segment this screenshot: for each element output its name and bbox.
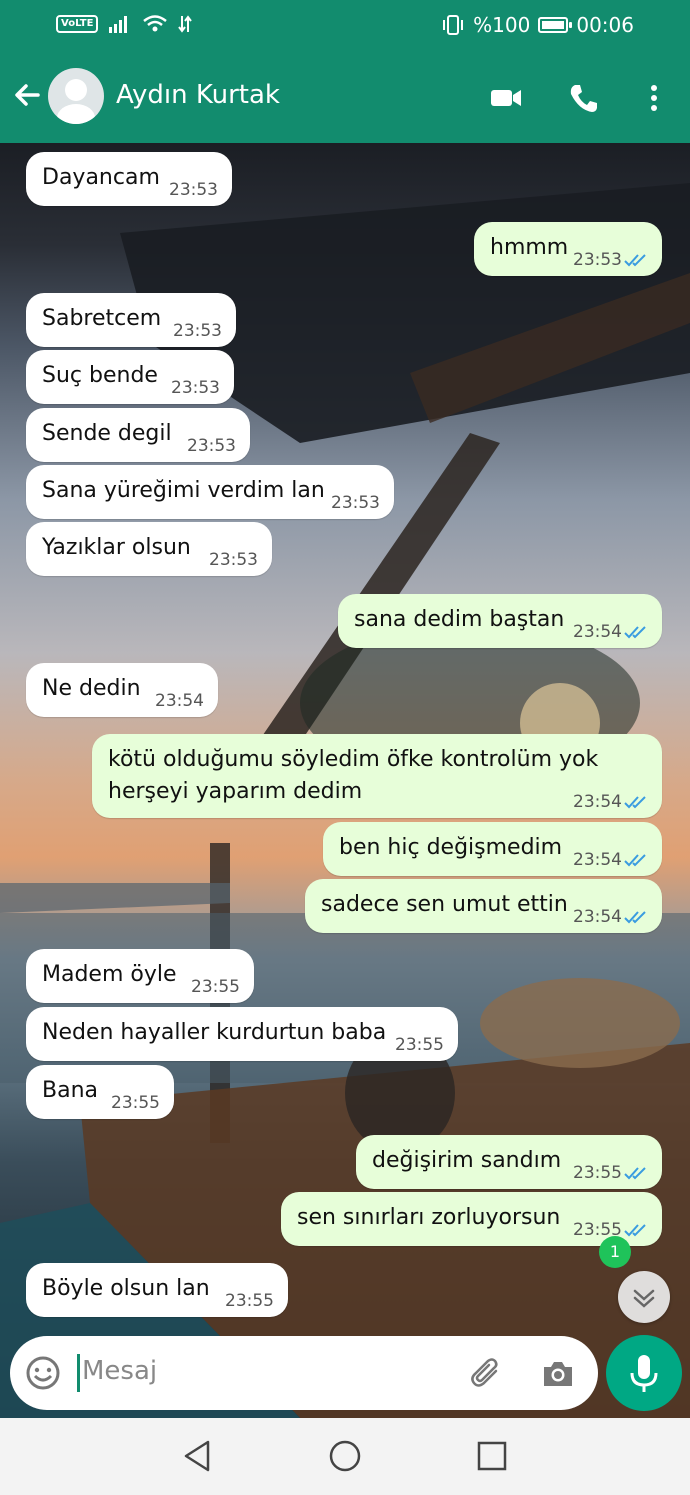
message-text: Yazıklar olsun	[42, 535, 191, 560]
status-bar: VoLTE %100 00:06	[0, 0, 690, 52]
message-text: sana dedim baştan	[354, 607, 565, 632]
outgoing-message[interactable]: sana dedim baştan 23:54	[338, 594, 662, 648]
outgoing-message[interactable]: hmmm 23:53	[474, 222, 662, 276]
mic-button[interactable]	[606, 1335, 682, 1411]
message-text: değişirim sandım	[372, 1148, 562, 1173]
nav-back-icon[interactable]	[180, 1438, 216, 1474]
message-time: 23:54	[155, 691, 204, 711]
video-call-icon[interactable]	[488, 80, 524, 116]
incoming-message[interactable]: Böyle olsun lan 23:55	[26, 1263, 288, 1317]
message-text: Neden hayaller kurdurtun baba	[42, 1020, 387, 1045]
message-time: 23:54	[573, 792, 622, 812]
mic-icon	[630, 1355, 658, 1392]
vibrate-icon	[443, 15, 464, 35]
message-time: 23:53	[173, 321, 222, 341]
incoming-message[interactable]: Dayancam 23:53	[26, 152, 232, 206]
message-text: kötü olduğumu söyledim öfke kontrolüm yo…	[108, 747, 599, 772]
message-text: sadece sen umut ettin	[321, 892, 568, 917]
read-ticks-icon	[624, 1224, 646, 1237]
incoming-message[interactable]: Sana yüreğimi verdim lan 23:53	[26, 465, 394, 519]
message-text: Sabretcem	[42, 306, 162, 331]
message-time: 23:54	[573, 907, 622, 927]
status-right: %100 00:06	[441, 13, 634, 37]
read-ticks-icon	[624, 626, 646, 639]
message-time: 23:55	[573, 1163, 622, 1183]
chat-header: Aydın Kurtak	[0, 52, 690, 143]
outgoing-message[interactable]: kötü olduğumu söyledim öfke kontrolüm yo…	[92, 734, 662, 818]
read-ticks-icon	[624, 854, 646, 867]
message-text: Suç bende	[42, 363, 158, 388]
message-text: Sende degil	[42, 421, 172, 446]
status-left: VoLTE	[56, 14, 193, 34]
message-input-bar[interactable]: Mesaj	[10, 1336, 598, 1410]
outgoing-message[interactable]: ben hiç değişmedim 23:54	[323, 822, 662, 876]
read-ticks-icon	[624, 254, 646, 267]
message-time: 23:55	[191, 977, 240, 997]
message-text: Ne dedin	[42, 676, 141, 701]
back-arrow-icon[interactable]	[10, 78, 44, 112]
text-caret	[77, 1354, 80, 1392]
message-time: 23:53	[209, 550, 258, 570]
avatar-icon[interactable]	[48, 68, 104, 124]
clock: 00:06	[576, 13, 634, 37]
message-text: hmmm	[490, 235, 569, 260]
message-text-line2: herşeyi yaparım dedim	[108, 779, 363, 804]
message-time: 23:53	[187, 436, 236, 456]
battery-icon	[538, 17, 573, 33]
message-text: Böyle olsun lan	[42, 1276, 210, 1301]
message-time: 23:53	[573, 250, 622, 270]
nav-home-icon[interactable]	[327, 1438, 363, 1474]
message-input[interactable]: Mesaj	[82, 1356, 157, 1386]
message-time: 23:54	[573, 622, 622, 642]
incoming-message[interactable]: Sende degil 23:53	[26, 408, 250, 462]
signal-icon	[109, 16, 128, 33]
more-icon[interactable]	[636, 80, 672, 116]
battery-percent: %100	[473, 13, 531, 37]
read-ticks-icon	[624, 796, 646, 809]
incoming-message[interactable]: Madem öyle 23:55	[26, 949, 254, 1003]
message-time: 23:55	[111, 1093, 160, 1113]
incoming-message[interactable]: Sabretcem 23:53	[26, 293, 236, 347]
message-time: 23:55	[225, 1291, 274, 1311]
nav-recents-icon[interactable]	[474, 1438, 510, 1474]
data-transfer-icon	[178, 15, 193, 33]
message-text: Madem öyle	[42, 962, 177, 987]
camera-icon[interactable]	[540, 1356, 576, 1392]
incoming-message[interactable]: Ne dedin 23:54	[26, 663, 218, 717]
system-nav-bar	[0, 1418, 690, 1495]
phone-icon[interactable]	[566, 80, 602, 116]
incoming-message[interactable]: Yazıklar olsun 23:53	[26, 522, 272, 576]
contact-name[interactable]: Aydın Kurtak	[116, 80, 280, 110]
read-ticks-icon	[624, 1167, 646, 1180]
wifi-icon	[143, 15, 168, 32]
message-time: 23:53	[331, 493, 380, 513]
message-text: Dayancam	[42, 165, 160, 190]
chevron-down-icon	[633, 1289, 655, 1308]
message-text: ben hiç değişmedim	[339, 835, 563, 860]
message-time: 23:53	[171, 378, 220, 398]
emoji-icon[interactable]	[24, 1354, 62, 1392]
battery-fill	[542, 21, 565, 29]
outgoing-message[interactable]: sadece sen umut ettin 23:54	[305, 879, 662, 933]
incoming-message[interactable]: Bana 23:55	[26, 1065, 174, 1119]
attach-icon[interactable]	[468, 1356, 504, 1392]
message-text: Bana	[42, 1078, 98, 1103]
read-ticks-icon	[624, 911, 646, 924]
scroll-down-button[interactable]	[618, 1271, 670, 1323]
message-text: Sana yüreğimi verdim lan	[42, 478, 325, 503]
outgoing-message[interactable]: değişirim sandım 23:55	[356, 1135, 662, 1189]
incoming-message[interactable]: Suç bende 23:53	[26, 350, 234, 404]
message-time: 23:54	[573, 850, 622, 870]
incoming-message[interactable]: Neden hayaller kurdurtun baba 23:55	[26, 1007, 458, 1061]
message-text: sen sınırları zorluyorsun	[297, 1205, 561, 1230]
message-time: 23:55	[395, 1035, 444, 1055]
chat-area[interactable]: Dayancam 23:53 hmmm 23:53 Sabretcem 23:53 Suç …	[0, 143, 690, 1418]
unread-badge: 1	[599, 1236, 631, 1268]
message-time: 23:53	[169, 180, 218, 200]
volte-badge: VoLTE	[56, 15, 99, 33]
